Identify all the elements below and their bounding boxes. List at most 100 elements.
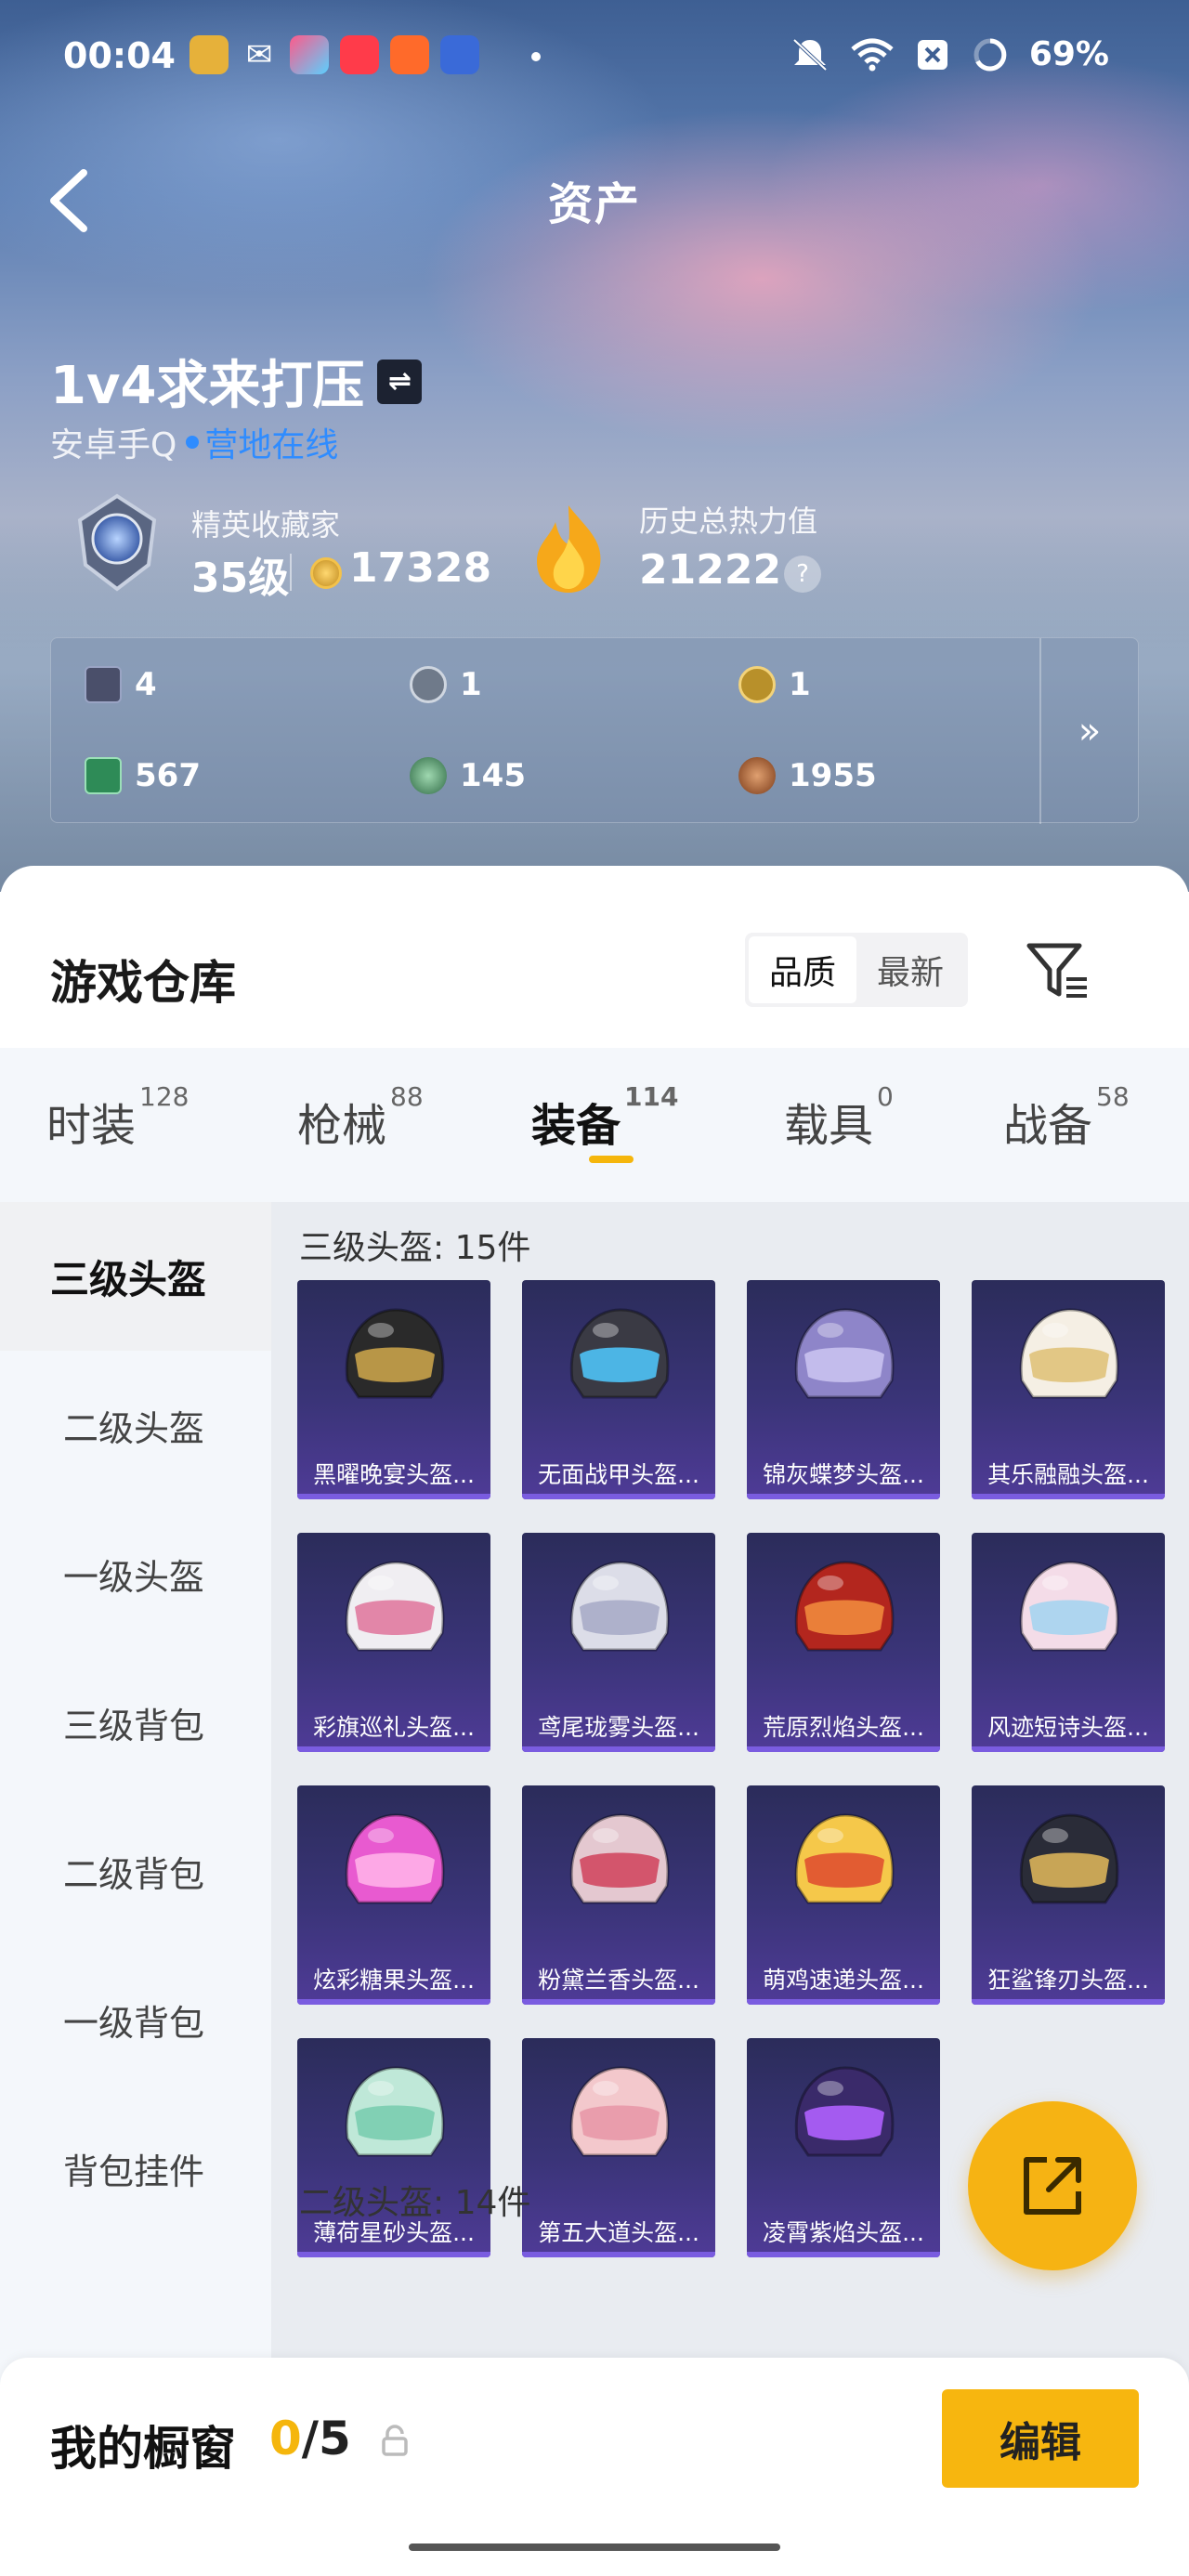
showcase-count: 0/5 — [269, 2412, 351, 2465]
sidebar-item-level1-backpack[interactable]: 一级背包 — [0, 1945, 271, 2094]
edit-showcase-button[interactable]: 编辑 — [942, 2389, 1139, 2488]
item-card[interactable]: 荒原烈焰头盔... — [747, 1533, 940, 1752]
stat-item: 567 — [85, 757, 201, 794]
sidebar-item-level2-helmet[interactable]: 二级头盔 — [0, 1351, 271, 1499]
helmet-icon — [345, 1813, 445, 1904]
item-card[interactable]: 第五大道头盔... — [522, 2038, 715, 2257]
tab-label: 枪械 — [297, 1100, 387, 1152]
player-name: 1v4求来打压 — [50, 356, 365, 416]
bronze-orb-icon — [738, 757, 776, 794]
status-bar: 00:04 ✉ 69% — [0, 28, 1189, 87]
item-name: 其乐融融头盔... — [987, 1461, 1149, 1488]
tab-weapons[interactable]: 枪械88 — [297, 1081, 424, 1154]
share-button[interactable] — [968, 2101, 1137, 2270]
item-card[interactable]: 黑曜晚宴头盔... — [297, 1280, 490, 1499]
stats-more-button[interactable]: » — [1039, 638, 1140, 824]
coin-icon — [310, 557, 342, 589]
category-tabs: 时装128 枪械88 装备114 载具0 战备58 — [0, 1048, 1189, 1202]
item-card[interactable]: 凌霄紫焰头盔... — [747, 2038, 940, 2257]
home-indicator[interactable] — [409, 2543, 780, 2551]
gallery-app-icon — [290, 35, 329, 74]
showcase-current: 0 — [269, 2412, 302, 2465]
item-card[interactable]: 风迹短诗头盔... — [972, 1533, 1165, 1752]
item-name: 风迹短诗头盔... — [987, 1714, 1149, 1741]
tab-label: 装备 — [531, 1100, 621, 1152]
sort-newest-button[interactable]: 最新 — [856, 936, 964, 1003]
wifi-icon — [851, 38, 894, 71]
helmet-icon — [569, 2066, 670, 2157]
silver-token-icon — [410, 666, 447, 703]
platform-label: 安卓手Q — [50, 426, 177, 464]
switch-account-icon[interactable]: ⇌ — [377, 359, 423, 404]
active-tab-indicator — [589, 1156, 634, 1163]
item-card[interactable]: 鸢尾珑雾头盔... — [522, 1533, 715, 1752]
sidebar-item-backpack-charm[interactable]: 背包挂件 — [0, 2094, 271, 2243]
store-app-icon — [390, 35, 429, 74]
sidebar-item-level3-backpack[interactable]: 三级背包 — [0, 1648, 271, 1797]
sim-off-icon — [917, 39, 947, 70]
helmet-icon — [794, 1308, 895, 1399]
video-app-icon — [340, 35, 379, 74]
item-name: 凌霄紫焰头盔... — [763, 2219, 924, 2246]
item-card[interactable]: 其乐融融头盔... — [972, 1280, 1165, 1499]
tab-label: 战备 — [1003, 1100, 1093, 1152]
tab-count: 114 — [624, 1081, 679, 1112]
item-name: 无面战甲头盔... — [538, 1461, 699, 1488]
sort-quality-button[interactable]: 品质 — [749, 936, 856, 1003]
ticket-icon — [85, 757, 122, 794]
share-icon — [1024, 2157, 1081, 2215]
collector-level: 35级 — [191, 555, 290, 602]
tab-supplies[interactable]: 战备58 — [1003, 1081, 1130, 1154]
sidebar-item-level1-helmet[interactable]: 一级头盔 — [0, 1499, 271, 1648]
helmet-icon — [1019, 1308, 1119, 1399]
item-card[interactable]: 无面战甲头盔... — [522, 1280, 715, 1499]
item-card[interactable]: 狂鲨锋刃头盔... — [972, 1785, 1165, 2005]
helmet-icon — [794, 1561, 895, 1652]
stat-item: 1 — [738, 666, 811, 703]
item-card[interactable]: 锦灰蝶梦头盔... — [747, 1280, 940, 1499]
tab-fashion[interactable]: 时装128 — [46, 1081, 189, 1154]
helmet-icon — [345, 2066, 445, 2157]
item-card[interactable]: 粉黛兰香头盔... — [522, 1785, 715, 2005]
more-notifications-dot — [531, 52, 541, 61]
stat-item: 4 — [85, 666, 157, 703]
tab-vehicles[interactable]: 载具0 — [784, 1081, 894, 1154]
item-name: 萌鸡速递头盔... — [763, 1967, 924, 1994]
helmet-icon — [569, 1813, 670, 1904]
item-card[interactable]: 薄荷星砂头盔... — [297, 2038, 490, 2257]
item-card[interactable]: 萌鸡速递头盔... — [747, 1785, 940, 2005]
sidebar-item-level2-backpack[interactable]: 二级背包 — [0, 1797, 271, 1945]
next-section-title: 二级头盔: 14件 — [299, 2184, 531, 2222]
tab-count: 0 — [877, 1081, 894, 1112]
battery-ring-icon — [973, 38, 1007, 71]
filter-icon[interactable] — [1026, 942, 1091, 1001]
divider — [290, 554, 292, 591]
helmet-icon — [1019, 1561, 1119, 1652]
item-card[interactable]: 彩旗巡礼头盔... — [297, 1533, 490, 1752]
item-name: 粉黛兰香头盔... — [538, 1967, 699, 1994]
stat-value: 1955 — [789, 757, 877, 794]
stat-item: 145 — [410, 757, 526, 794]
sort-toggle: 品质 最新 — [745, 933, 968, 1007]
helmet-icon — [345, 1308, 445, 1399]
asset-stats-panel: 4 1 1 567 145 1955 » — [50, 637, 1140, 824]
sidebar-item-level3-helmet[interactable]: 三级头盔 — [0, 1202, 271, 1351]
helmet-icon — [794, 1813, 895, 1904]
tab-count: 58 — [1096, 1081, 1130, 1112]
player-name-row: 1v4求来打压 ⇌ — [50, 344, 423, 419]
card-icon — [85, 666, 122, 703]
warehouse-sheet: 游戏仓库 品质 最新 时装128 枪械88 装备114 载具0 战备58 三级头… — [0, 866, 1189, 2576]
collector-badge-icon — [77, 493, 157, 592]
helmet-icon — [794, 2066, 895, 2157]
online-status: 营地在线 — [204, 426, 339, 464]
helmet-icon — [569, 1308, 670, 1399]
item-name: 炫彩糖果头盔... — [313, 1967, 475, 1994]
help-icon[interactable]: ? — [784, 556, 821, 593]
item-card[interactable]: 炫彩糖果头盔... — [297, 1785, 490, 2005]
tab-equipment[interactable]: 装备114 — [531, 1081, 678, 1154]
tab-count: 88 — [390, 1081, 424, 1112]
lock-icon — [382, 2425, 408, 2456]
heat-value: 21222 — [639, 546, 782, 594]
subcategory-sidebar: 三级头盔 二级头盔 一级头盔 三级背包 二级背包 一级背包 背包挂件 — [0, 1202, 271, 2484]
item-name: 彩旗巡礼头盔... — [313, 1714, 475, 1741]
